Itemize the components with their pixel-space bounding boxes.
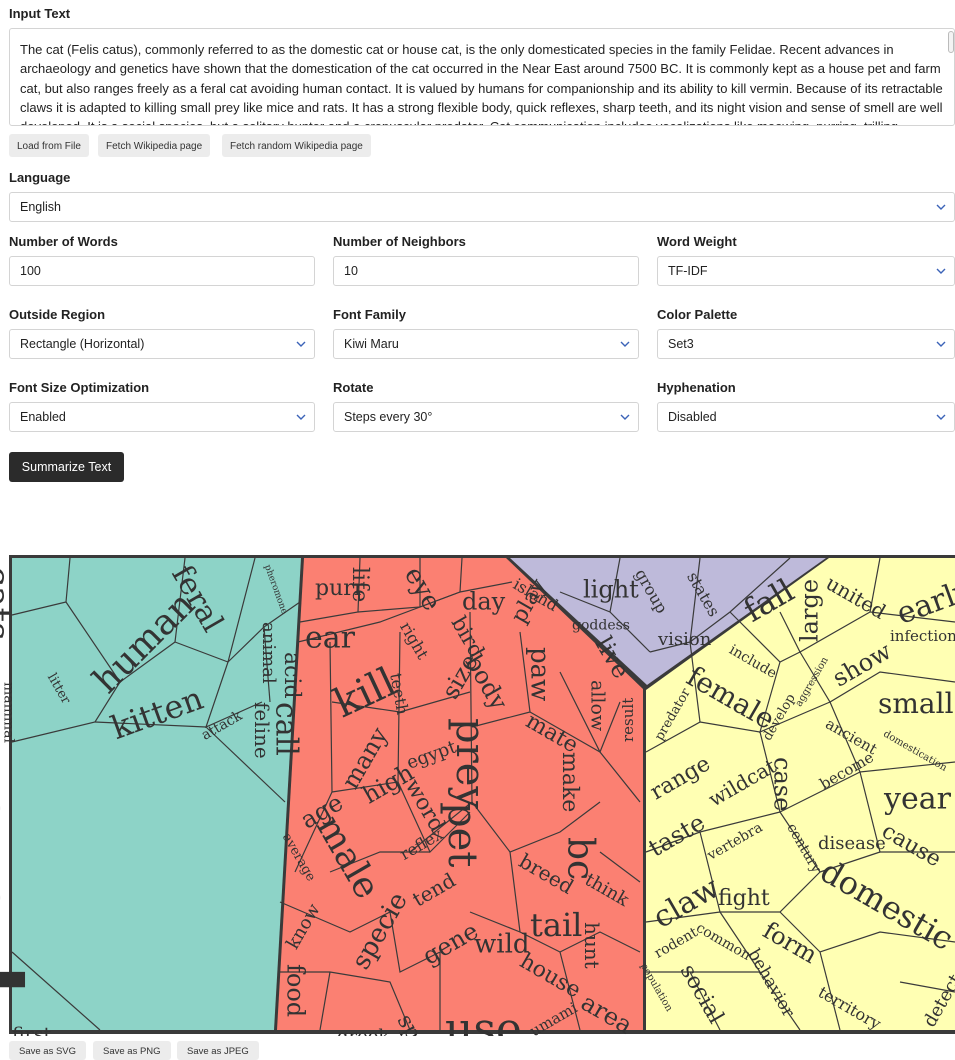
cloud-word: animal [258, 622, 279, 684]
cloud-word: infection [890, 627, 955, 645]
cloud-word: fight [718, 886, 770, 911]
chevron-down-icon [936, 268, 946, 274]
cloud-word: small [878, 687, 954, 720]
fetch-wikipedia-button[interactable]: Fetch Wikipedia page [98, 134, 211, 157]
word-weight-select[interactable]: TF-IDF [657, 256, 955, 286]
number-of-words-label: Number of Words [9, 234, 118, 249]
cloud-word: pet [439, 802, 485, 867]
color-palette-label: Color Palette [657, 307, 738, 322]
cloud-word: greek [337, 1026, 390, 1036]
textarea-scrollbar[interactable] [948, 31, 954, 53]
chevron-down-icon [936, 341, 946, 347]
chevron-down-icon [620, 414, 630, 420]
cloud-word: year [883, 782, 952, 817]
chevron-down-icon [620, 341, 630, 347]
color-palette-value: Set3 [668, 337, 694, 351]
cloud-word: food [281, 964, 309, 1017]
cloud-word: make [557, 752, 582, 812]
cloud-word: ear [305, 621, 356, 656]
summarize-text-button[interactable]: Summarize Text [9, 452, 124, 482]
chevron-down-icon [936, 414, 946, 420]
outside-region-label: Outside Region [9, 307, 106, 322]
number-of-neighbors-value: 10 [344, 264, 358, 278]
cloud-word: large [796, 579, 824, 642]
cloud-word: vision [657, 629, 712, 650]
number-of-words-value: 100 [20, 264, 41, 278]
input-text-value: The cat (Felis catus), commonly referred… [20, 42, 943, 125]
font-size-optimization-label: Font Size Optimization [9, 380, 150, 395]
cloud-word: wild [474, 929, 530, 959]
cloud-word: allow [586, 680, 608, 732]
outside-region-select[interactable]: Rectangle (Horizontal) [9, 329, 315, 359]
font-size-optimization-value: Enabled [20, 410, 66, 424]
cloud-word: life [347, 567, 372, 602]
cloud-word: disease [818, 833, 886, 854]
font-family-value: Kiwi Maru [344, 337, 399, 351]
number-of-neighbors-input[interactable]: 10 [333, 256, 639, 286]
chevron-down-icon [296, 414, 306, 420]
cloud-word: result [619, 698, 637, 742]
number-of-neighbors-label: Number of Neighbors [333, 234, 466, 249]
cloud-word: light [583, 576, 639, 604]
word-weight-label: Word Weight [657, 234, 737, 249]
rotate-value: Steps every 30° [344, 410, 433, 424]
chevron-down-icon [296, 341, 306, 347]
font-family-label: Font Family [333, 307, 406, 322]
cloud-word: prey [447, 718, 493, 809]
cloud-word: paw [525, 647, 555, 701]
cloud-word: hunt [580, 922, 604, 969]
input-textarea[interactable]: The cat (Felis catus), commonly referred… [9, 28, 955, 126]
chevron-down-icon [936, 204, 946, 210]
load-from-file-button[interactable]: Load from File [9, 134, 89, 157]
rotate-label: Rotate [333, 380, 374, 395]
hyphenation-select[interactable]: Disabled [657, 402, 955, 432]
cloud-word: cats [0, 566, 16, 641]
font-family-select[interactable]: Kiwi Maru [333, 329, 639, 359]
hyphenation-label: Hyphenation [657, 380, 736, 395]
cloud-word: tail [530, 906, 582, 944]
cloud-word: acid [279, 652, 304, 699]
language-select[interactable]: English [9, 192, 955, 222]
cloud-word: mammal [0, 682, 16, 744]
language-value: English [20, 200, 61, 214]
fetch-random-wikipedia-button[interactable]: Fetch random Wikipedia page [222, 134, 371, 157]
language-label: Language [9, 170, 71, 185]
save-as-png-button[interactable]: Save as PNG [93, 1041, 171, 1060]
word-cloud: cats humanferal pheromonemammal litter kitte… [0, 555, 955, 1036]
input-text-label: Input Text [9, 6, 71, 21]
font-size-optimization-select[interactable]: Enabled [9, 402, 315, 432]
cloud-word: goddess [572, 618, 630, 634]
word-weight-value: TF-IDF [668, 264, 708, 278]
number-of-words-input[interactable]: 100 [9, 256, 315, 286]
save-as-jpeg-button[interactable]: Save as JPEG [177, 1041, 259, 1060]
hyphenation-value: Disabled [668, 410, 717, 424]
outside-region-value: Rectangle (Horizontal) [20, 337, 145, 351]
cloud-word: first [12, 1024, 52, 1036]
rotate-select[interactable]: Steps every 30° [333, 402, 639, 432]
cloud-word: call [268, 702, 303, 756]
cloud-word: use [445, 1004, 522, 1036]
save-as-svg-button[interactable]: Save as SVG [9, 1041, 87, 1060]
cloud-word: cat [0, 757, 66, 1022]
color-palette-select[interactable]: Set3 [657, 329, 955, 359]
cloud-word: day [462, 588, 506, 616]
cloud-word: case [768, 757, 796, 811]
